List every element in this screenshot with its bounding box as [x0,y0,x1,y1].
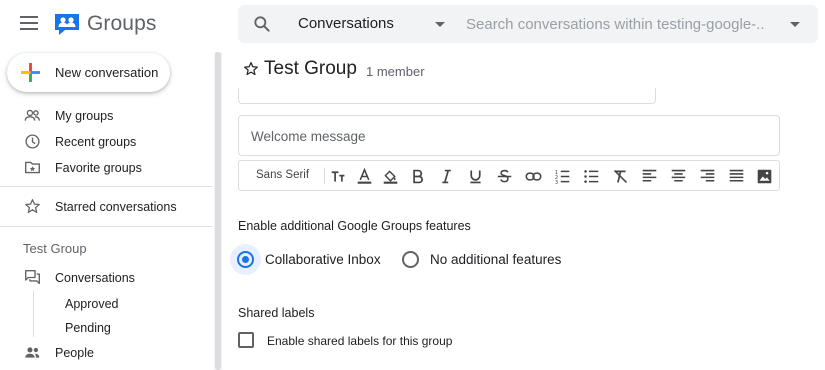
people-icon [24,109,40,121]
google-groups-logo [55,14,79,35]
welcome-message-field[interactable]: Welcome message [238,115,780,156]
previous-field[interactable] [238,88,656,104]
clear-format-icon[interactable] [610,166,630,186]
scope-dropdown-icon[interactable] [435,22,445,27]
sidebar-item-label: Recent groups [55,135,137,149]
sidebar-item-conversations[interactable]: Conversations [0,266,212,290]
member-count: 1 member [366,64,425,79]
welcome-message-label: Welcome message [251,129,366,144]
menu-bar [20,28,38,30]
font-select[interactable]: Sans Serif [256,169,309,181]
collaborative-inbox-radio[interactable] [237,251,254,268]
new-conversation-button[interactable]: New conversation [7,53,170,92]
sidebar-divider [0,226,212,227]
people-icon [25,347,40,358]
sidebar-item-starred-conversations[interactable]: Starred conversations [0,195,212,219]
bold-icon[interactable] [407,166,427,186]
menu-bar [20,16,38,18]
star-outline-icon [25,199,40,214]
search-input[interactable] [466,12,766,36]
sidebar-item-approved[interactable]: Approved [65,297,119,311]
underline-icon[interactable] [465,166,485,186]
forum-icon [25,270,40,285]
sidebar-item-people[interactable]: People [0,341,212,365]
menu-bar [20,22,38,24]
image-icon[interactable] [754,166,774,186]
search-scope-select[interactable]: Conversations [298,15,394,32]
sidebar-item-recent-groups[interactable]: Recent groups [0,130,212,154]
folder-star-icon [25,161,40,174]
clock-icon [25,134,40,149]
shared-labels-checkbox[interactable] [238,332,254,348]
main-menu-button[interactable] [20,16,38,30]
align-left-icon[interactable] [639,166,659,186]
bulleted-list-icon[interactable] [581,166,601,186]
sidebar-item-pending[interactable]: Pending [65,321,111,335]
sidebar-item-my-groups[interactable]: My groups [0,104,212,128]
justify-icon[interactable] [726,166,746,186]
sidebar-item-label: My groups [55,109,114,123]
formatting-toolbar: Sans Serif 123 [238,160,780,191]
sidebar-item-label: Starred conversations [55,200,177,214]
sidebar-divider [0,186,212,187]
shared-labels-title: Shared labels [238,306,315,320]
align-right-icon[interactable] [697,166,717,186]
sidebar-item-label: Favorite groups [55,161,142,175]
search-bar: Conversations [238,5,818,43]
italic-icon[interactable] [436,166,456,186]
search-icon[interactable] [252,14,272,34]
sidebar-item-label: People [55,346,94,360]
highlight-icon[interactable] [380,166,400,186]
group-section-title: Test Group [23,241,87,256]
toolbar-divider [324,168,325,184]
search-options-icon[interactable] [790,22,800,27]
collaborative-inbox-label[interactable]: Collaborative Inbox [265,252,381,267]
sidebar-scrollbar-thumb[interactable] [215,52,221,370]
link-icon[interactable] [523,166,543,186]
no-additional-features-label[interactable]: No additional features [430,252,561,267]
no-additional-features-radio[interactable] [402,251,419,268]
sidebar-item-label: Conversations [55,271,135,285]
align-center-icon[interactable] [668,166,688,186]
sidebar-item-favorite-groups[interactable]: Favorite groups [0,156,212,180]
numbered-list-icon[interactable]: 123 [552,166,572,186]
shared-labels-checkbox-label[interactable]: Enable shared labels for this group [267,334,452,348]
star-outline-icon[interactable] [243,61,259,77]
new-conversation-label: New conversation [55,65,159,80]
text-size-icon[interactable] [328,166,348,186]
plus-icon [21,63,40,82]
text-color-icon[interactable] [354,166,374,186]
strikethrough-icon[interactable] [494,166,514,186]
app-name: Groups [87,12,157,35]
svg-text:3: 3 [554,180,557,185]
tree-line [33,291,34,337]
features-section-title: Enable additional Google Groups features [238,219,471,233]
page-title: Test Group [264,58,357,79]
